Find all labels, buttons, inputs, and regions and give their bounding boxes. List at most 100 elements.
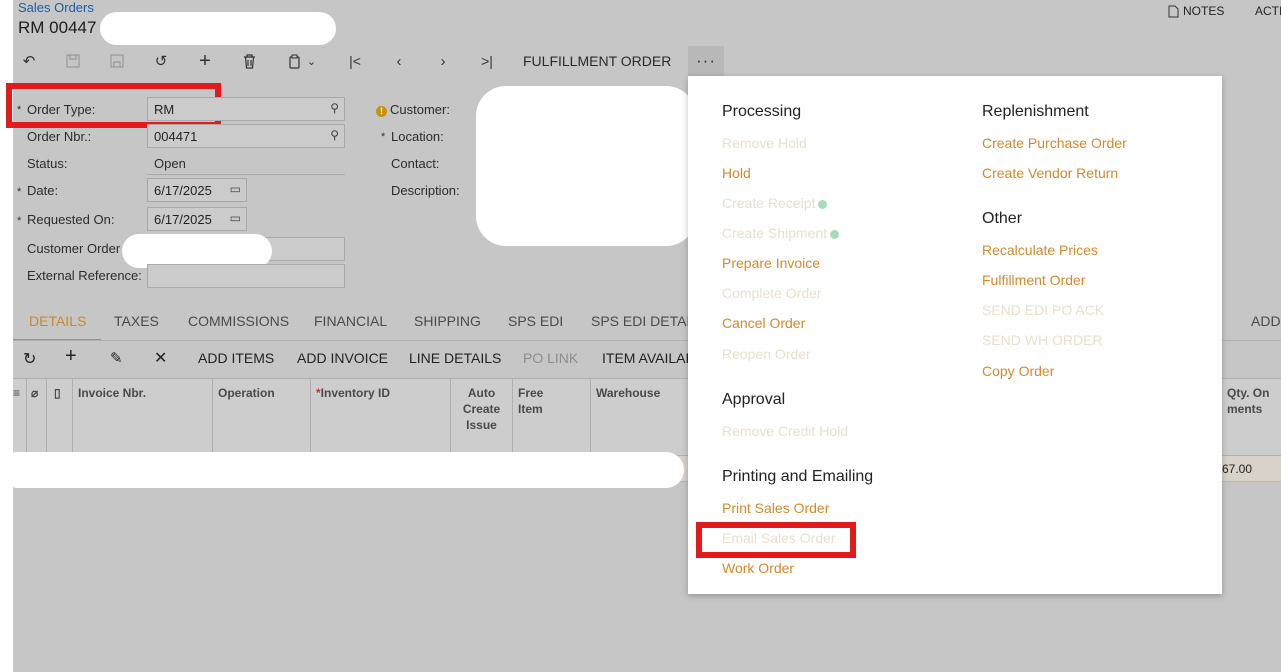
date-label: Date: bbox=[27, 183, 59, 198]
menu-item-send-edi-po-ack[interactable]: SEND EDI PO ACK bbox=[982, 302, 1104, 318]
menu-item-create-receipt-label: Create Receipt bbox=[722, 195, 816, 211]
col-inventory-id[interactable]: *Inventory ID bbox=[311, 379, 451, 455]
order-type-label: Order Type: bbox=[27, 102, 96, 117]
chevron-down-icon: ⌄ bbox=[306, 55, 317, 68]
refresh-icon[interactable]: ↻ bbox=[23, 349, 36, 369]
col-auto-create-issue[interactable]: Auto Create Issue bbox=[451, 379, 513, 455]
status-label: Status: bbox=[27, 156, 68, 171]
tab-add[interactable]: ADD bbox=[1251, 313, 1281, 329]
menu-item-send-wh-order[interactable]: SEND WH ORDER bbox=[982, 332, 1103, 348]
requested-on-field[interactable]: 6/17/2025 ▭ bbox=[147, 207, 247, 231]
menu-heading-other: Other bbox=[982, 210, 1023, 227]
grid-attachment-icon[interactable]: ⌀ bbox=[27, 379, 47, 455]
more-actions-menu: Processing Remove Hold Hold Create Recei… bbox=[688, 76, 1222, 594]
tab-taxes[interactable]: TAXES bbox=[114, 313, 159, 329]
col-invoice-nbr[interactable]: Invoice Nbr. bbox=[73, 379, 213, 455]
col-operation[interactable]: Operation bbox=[213, 379, 311, 455]
order-nbr-value: 004471 bbox=[154, 128, 198, 144]
order-type-field[interactable]: RM ⚲ bbox=[147, 97, 345, 121]
warning-icon: ! bbox=[376, 106, 387, 117]
breadcrumb[interactable]: Sales Orders bbox=[18, 0, 94, 15]
contact-label: Contact: bbox=[391, 156, 440, 171]
tab-details[interactable]: DETAILS bbox=[29, 313, 86, 329]
menu-item-copy-order[interactable]: Copy Order bbox=[982, 363, 1054, 379]
tab-commissions[interactable]: COMMISSIONS bbox=[188, 313, 289, 329]
search-icon[interactable]: ⚲ bbox=[330, 128, 339, 142]
delete-icon[interactable] bbox=[238, 48, 260, 74]
next-record-icon[interactable]: › bbox=[432, 48, 454, 74]
required-marker: * bbox=[17, 104, 22, 116]
copy-paste-icon[interactable]: ⌄ bbox=[282, 48, 322, 74]
prev-record-icon[interactable]: ‹ bbox=[388, 48, 410, 74]
search-icon[interactable]: ⚲ bbox=[330, 101, 339, 115]
notes-button[interactable]: NOTES bbox=[1168, 4, 1224, 18]
col-warehouse[interactable]: Warehouse bbox=[591, 379, 691, 455]
save-icon[interactable] bbox=[106, 48, 128, 74]
menu-item-print-sales-order[interactable]: Print Sales Order bbox=[722, 500, 829, 516]
last-record-icon[interactable]: >| bbox=[476, 48, 498, 74]
menu-item-prepare-invoice[interactable]: Prepare Invoice bbox=[722, 255, 820, 271]
tab-sps-edi-detail[interactable]: SPS EDI DETAIL bbox=[591, 313, 698, 329]
date-value: 6/17/2025 bbox=[154, 182, 212, 198]
external-reference-field[interactable] bbox=[147, 264, 345, 288]
back-icon[interactable]: ↶ bbox=[18, 48, 40, 74]
redaction-title bbox=[100, 12, 336, 45]
page-title: RM 00447 bbox=[18, 18, 97, 37]
menu-item-create-shipment[interactable]: Create Shipment bbox=[722, 225, 840, 241]
col-inventory-id-label: Inventory ID bbox=[320, 386, 391, 400]
qty-value: 67.00 bbox=[1222, 462, 1253, 476]
add-invoice-button[interactable]: ADD INVOICE bbox=[297, 350, 388, 366]
required-marker: * bbox=[17, 215, 22, 227]
add-items-button[interactable]: ADD ITEMS bbox=[198, 350, 274, 366]
tab-shipping[interactable]: SHIPPING bbox=[414, 313, 481, 329]
menu-heading-processing: Processing bbox=[722, 103, 802, 120]
order-nbr-field[interactable]: 004471 ⚲ bbox=[147, 124, 345, 148]
notes-label: NOTES bbox=[1183, 4, 1225, 18]
menu-item-create-purchase-order[interactable]: Create Purchase Order bbox=[982, 135, 1127, 151]
fulfillment-order-button[interactable]: FULFILLMENT ORDER bbox=[523, 53, 671, 69]
more-actions-button[interactable]: ··· bbox=[688, 46, 724, 76]
menu-item-remove-hold[interactable]: Remove Hold bbox=[722, 135, 807, 151]
menu-item-create-receipt[interactable]: Create Receipt bbox=[722, 195, 828, 211]
requested-on-label: Requested On: bbox=[27, 212, 115, 227]
edit-icon[interactable]: ✎ bbox=[110, 349, 123, 367]
undo-icon[interactable]: ↺ bbox=[150, 48, 172, 74]
menu-item-fulfillment-order[interactable]: Fulfillment Order bbox=[982, 272, 1085, 288]
menu-item-hold[interactable]: Hold bbox=[722, 165, 751, 181]
grid-document-icon[interactable]: ▯ bbox=[47, 379, 73, 455]
menu-item-remove-credit-hold[interactable]: Remove Credit Hold bbox=[722, 423, 848, 439]
add-icon[interactable]: + bbox=[194, 48, 216, 74]
customer-order-label: Customer Order bbox=[27, 241, 121, 256]
menu-item-cancel-order[interactable]: Cancel Order bbox=[722, 315, 805, 331]
tab-financial[interactable]: FINANCIAL bbox=[314, 313, 387, 329]
menu-item-recalculate-prices[interactable]: Recalculate Prices bbox=[982, 242, 1098, 258]
date-field[interactable]: 6/17/2025 ▭ bbox=[147, 178, 247, 202]
po-link-button[interactable]: PO LINK bbox=[523, 350, 578, 366]
order-type-value: RM bbox=[154, 101, 175, 117]
document-icon bbox=[1168, 5, 1179, 17]
col-qty-on-shipments[interactable]: Qty. On ments bbox=[1221, 379, 1281, 455]
add-row-icon[interactable]: + bbox=[65, 345, 77, 368]
save-close-icon[interactable] bbox=[62, 48, 84, 74]
location-label: Location: bbox=[391, 129, 444, 144]
tab-sps-edi[interactable]: SPS EDI bbox=[508, 313, 563, 329]
delete-row-icon[interactable]: ✕ bbox=[154, 348, 167, 368]
line-details-button[interactable]: LINE DETAILS bbox=[409, 350, 501, 366]
calendar-icon[interactable]: ▭ bbox=[230, 211, 241, 225]
external-reference-label: External Reference: bbox=[27, 268, 142, 283]
redaction-customer-order bbox=[122, 234, 272, 268]
redaction-row bbox=[0, 452, 684, 488]
col-free-item[interactable]: Free Item bbox=[513, 379, 591, 455]
menu-item-create-vendor-return[interactable]: Create Vendor Return bbox=[982, 165, 1118, 181]
menu-item-complete-order[interactable]: Complete Order bbox=[722, 285, 822, 301]
item-availability-button[interactable]: ITEM AVAILAB bbox=[602, 350, 695, 366]
first-record-icon[interactable]: |< bbox=[344, 48, 366, 74]
calendar-icon[interactable]: ▭ bbox=[230, 182, 241, 196]
status-underline bbox=[147, 174, 345, 175]
menu-item-work-order[interactable]: Work Order bbox=[722, 560, 794, 576]
menu-item-reopen-order[interactable]: Reopen Order bbox=[722, 346, 811, 362]
grid-notes-icon[interactable]: ≡ bbox=[13, 379, 27, 455]
actions-button[interactable]: ACTI bbox=[1255, 4, 1281, 18]
requested-on-value: 6/17/2025 bbox=[154, 211, 212, 227]
menu-item-create-shipment-label: Create Shipment bbox=[722, 225, 828, 241]
